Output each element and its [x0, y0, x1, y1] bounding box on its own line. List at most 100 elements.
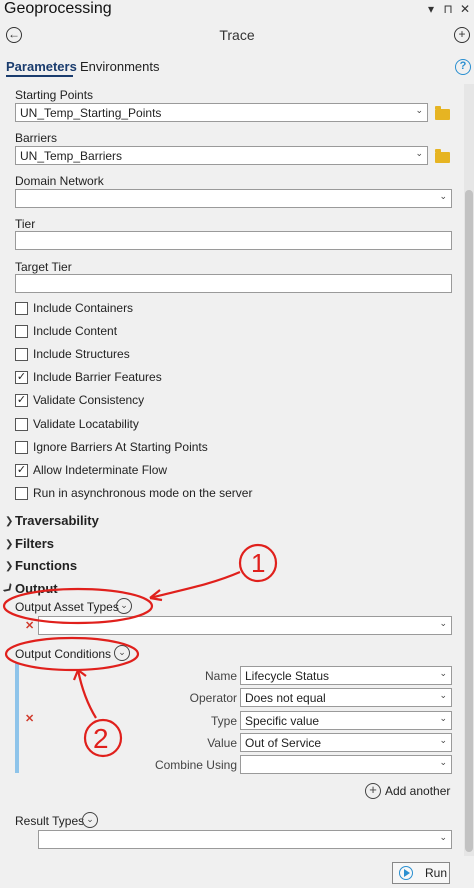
- barriers-label: Barriers: [15, 131, 58, 145]
- checkbox[interactable]: ✓: [15, 394, 28, 407]
- checkbox-label[interactable]: Include Structures: [33, 347, 130, 361]
- output-asset-types-label: Output Asset Types: [15, 600, 119, 614]
- chevron-down-icon: ⌄: [439, 690, 447, 700]
- chevron-down-icon: ⌄: [439, 668, 447, 678]
- section-traversability[interactable]: Traversability: [15, 513, 99, 528]
- help-icon[interactable]: ?: [455, 59, 471, 75]
- checkbox[interactable]: [15, 487, 28, 500]
- domain-network-select[interactable]: ⌄: [15, 189, 452, 208]
- add-another-link[interactable]: Add another: [385, 784, 450, 798]
- result-types-select[interactable]: ⌄: [38, 830, 452, 849]
- folder-icon[interactable]: [435, 106, 450, 120]
- tier-value: [16, 232, 451, 236]
- add-circle-icon[interactable]: +: [365, 783, 381, 799]
- add-icon[interactable]: +: [454, 27, 470, 43]
- checkbox[interactable]: ✓: [15, 371, 28, 384]
- annotation-number-2: 2: [93, 723, 109, 754]
- tool-title: Trace: [219, 27, 255, 43]
- condition-select[interactable]: Out of Service ⌄: [240, 733, 452, 752]
- condition-label: Operator: [189, 691, 237, 705]
- play-icon: [399, 866, 413, 880]
- window-title: Geoprocessing: [4, 0, 112, 17]
- chevron-down-icon: ⌄: [439, 832, 447, 842]
- run-button[interactable]: Run: [392, 862, 450, 884]
- starting-points-value: UN_Temp_Starting_Points: [20, 106, 162, 120]
- condition-value: Lifecycle Status: [245, 669, 330, 683]
- checkbox-label[interactable]: Include Barrier Features: [33, 370, 162, 384]
- condition-select[interactable]: Does not equal ⌄: [240, 688, 452, 707]
- section-filters[interactable]: Filters: [15, 536, 54, 551]
- target-tier-input[interactable]: [15, 274, 452, 293]
- condition-select[interactable]: Lifecycle Status ⌄: [240, 666, 452, 685]
- checkbox-label[interactable]: Validate Consistency: [33, 393, 144, 407]
- annotation-number-1: 1: [251, 548, 265, 578]
- chevron-down-icon: ⌄: [439, 735, 447, 745]
- condition-value: [241, 756, 451, 760]
- folder-icon[interactable]: [435, 149, 450, 163]
- chevron-expanded-icon[interactable]: ❯: [1, 582, 15, 596]
- dropdown-menu-icon[interactable]: ▾: [424, 2, 438, 16]
- barriers-value: UN_Temp_Barriers: [20, 149, 123, 163]
- annotation-arrowhead-1: [149, 589, 163, 602]
- annotation-circle-2: [83, 718, 123, 758]
- checkbox[interactable]: [15, 441, 28, 454]
- tab-environments[interactable]: Environments: [80, 59, 159, 74]
- annotation-arrow-1: [149, 570, 241, 600]
- annotation-circle-1: [238, 543, 278, 583]
- checkbox[interactable]: [15, 418, 28, 431]
- starting-points-select[interactable]: UN_Temp_Starting_Points ⌄: [15, 103, 428, 122]
- pin-icon[interactable]: ⊓: [441, 2, 455, 16]
- annotation-arrow-2: [76, 669, 97, 719]
- chevron-right-icon[interactable]: ❯: [5, 539, 13, 550]
- starting-points-label: Starting Points: [15, 88, 94, 102]
- chevron-down-icon: ⌄: [439, 618, 447, 628]
- chevron-down-icon: ⌄: [439, 191, 447, 201]
- checkbox[interactable]: [15, 348, 28, 361]
- tab-parameters[interactable]: Parameters: [6, 59, 77, 74]
- annotation-arrowhead-2: [72, 669, 87, 681]
- chevron-right-icon[interactable]: ❯: [5, 516, 13, 527]
- condition-label: Value: [207, 736, 237, 750]
- chevron-down-icon: ⌄: [439, 757, 447, 767]
- condition-group-bar: [15, 663, 19, 773]
- target-tier-value: [16, 275, 451, 279]
- scrollbar-thumb[interactable]: [465, 190, 473, 852]
- checkbox-label[interactable]: Include Content: [33, 324, 117, 338]
- expand-circle-icon[interactable]: ⌄: [116, 598, 132, 614]
- active-tab-indicator: [6, 75, 73, 77]
- condition-label: Name: [204, 669, 237, 683]
- barriers-select[interactable]: UN_Temp_Barriers ⌄: [15, 146, 428, 165]
- run-label: Run: [425, 866, 448, 880]
- target-tier-label: Target Tier: [15, 260, 72, 274]
- condition-select[interactable]: Specific value ⌄: [240, 711, 452, 730]
- checkbox[interactable]: [15, 302, 28, 315]
- condition-value: Does not equal: [245, 691, 326, 705]
- checkbox-label[interactable]: Include Containers: [33, 301, 133, 315]
- expand-circle-icon[interactable]: ⌄: [82, 812, 98, 828]
- chevron-down-icon: ⌄: [415, 105, 423, 115]
- condition-select[interactable]: ⌄: [240, 755, 452, 774]
- remove-condition-icon[interactable]: ✕: [25, 712, 34, 725]
- condition-value: Specific value: [245, 714, 320, 728]
- expand-circle-icon[interactable]: ⌄: [114, 645, 130, 661]
- section-functions[interactable]: Functions: [15, 558, 77, 573]
- condition-label: Combine Using: [154, 758, 237, 772]
- checkbox-label[interactable]: Allow Indeterminate Flow: [33, 463, 167, 477]
- output-asset-types-select[interactable]: ⌄: [38, 616, 452, 635]
- checkbox-label[interactable]: Validate Locatability: [33, 417, 139, 431]
- tier-input[interactable]: [15, 231, 452, 250]
- checkbox-label[interactable]: Ignore Barriers At Starting Points: [33, 440, 208, 454]
- chevron-right-icon[interactable]: ❯: [5, 561, 13, 572]
- tier-label: Tier: [15, 217, 36, 231]
- output-conditions-label: Output Conditions: [15, 647, 112, 661]
- checkbox[interactable]: [15, 325, 28, 338]
- checkbox-label[interactable]: Run in asynchronous mode on the server: [33, 486, 252, 500]
- section-output[interactable]: Output: [15, 581, 58, 596]
- result-types-label: Result Types: [15, 814, 85, 828]
- checkbox[interactable]: ✓: [15, 464, 28, 477]
- close-icon[interactable]: ✕: [458, 2, 472, 16]
- chevron-down-icon: ⌄: [415, 148, 423, 158]
- domain-network-value: [16, 190, 451, 194]
- condition-value: Out of Service: [245, 736, 322, 750]
- condition-label: Type: [210, 714, 237, 728]
